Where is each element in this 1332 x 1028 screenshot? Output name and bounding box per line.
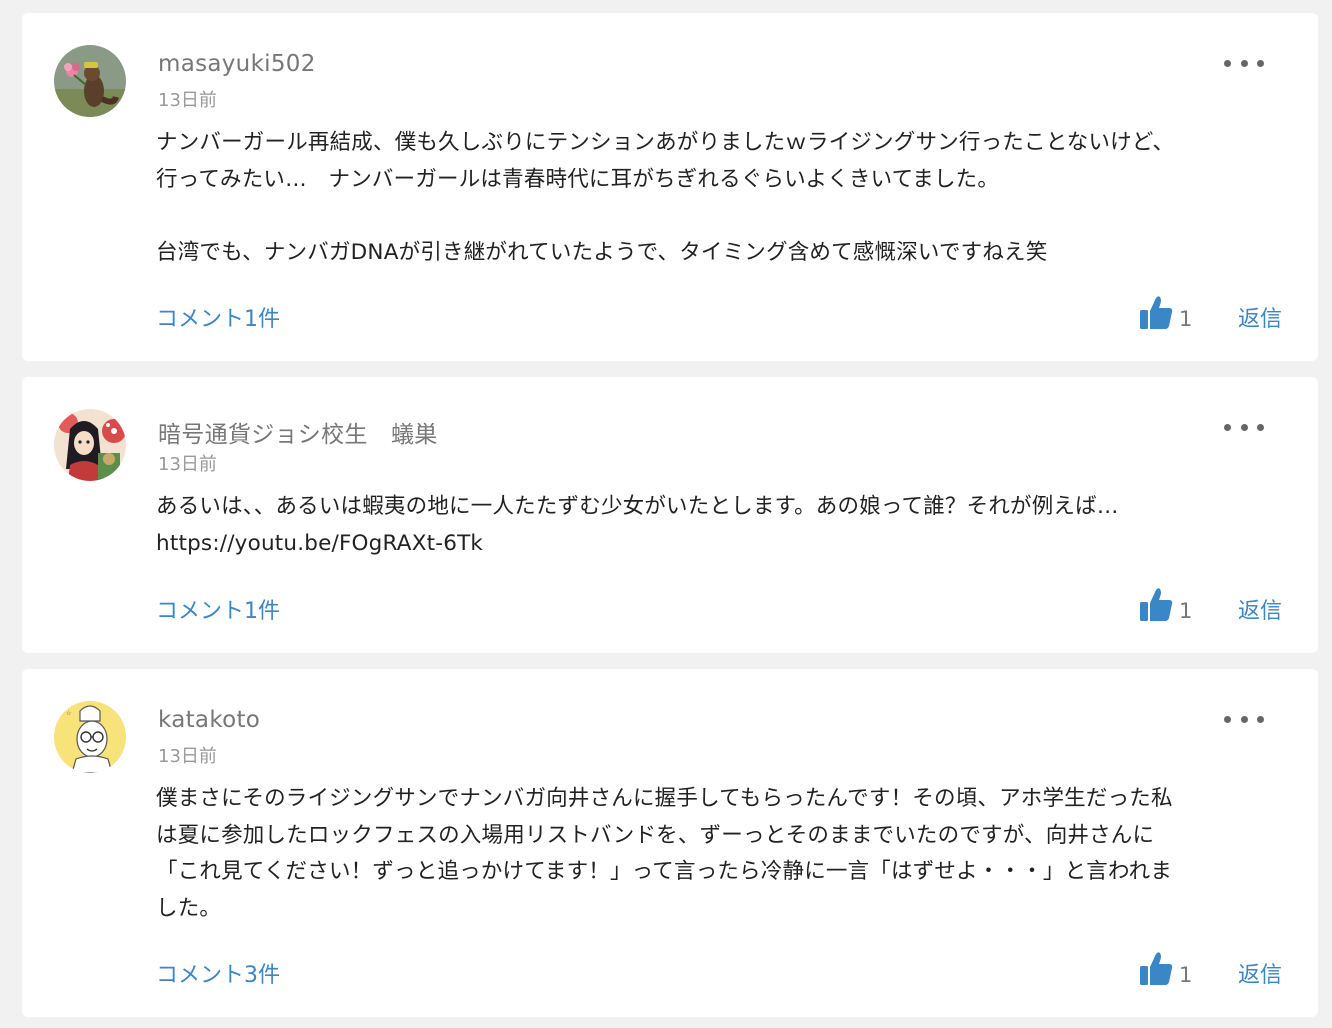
- thumbs-up-icon: [1140, 952, 1173, 985]
- svg-text:☆: ☆: [66, 710, 71, 717]
- dot: [1240, 715, 1248, 723]
- reply-button[interactable]: 返信: [1238, 957, 1282, 989]
- username[interactable]: masayuki502: [158, 51, 316, 77]
- anime-girl-avatar-icon: [54, 409, 126, 481]
- sketch-person-avatar-icon: ☆: [54, 701, 126, 773]
- comment-card: masayuki502 13日前 ナンバーガール再結成、僕も久しぶりにテンション…: [22, 13, 1318, 361]
- view-replies-link[interactable]: コメント3件: [156, 957, 280, 989]
- more-options-icon[interactable]: [1224, 709, 1264, 729]
- comment-text: 僕まさにそのライジングサンでナンバガ向井さんに握手してもらったんです！その頃、ア…: [156, 781, 1286, 927]
- comment-line: 僕まさにそのライジングサンでナンバガ向井さんに握手してもらったんです！その頃、ア…: [156, 786, 1173, 811]
- dot: [1224, 715, 1231, 723]
- more-options-icon[interactable]: [1224, 417, 1264, 437]
- like-button[interactable]: 1: [1139, 951, 1192, 987]
- dot: [1240, 59, 1248, 67]
- comment-line: 行ってみたい… ナンバーガールは青春時代に耳がちぎれるぐらいよくきいてました。: [156, 166, 1000, 192]
- beaver-avatar-icon: [54, 45, 126, 117]
- comment-text: ナンバーガール再結成、僕も久しぶりにテンションあがりましたｗライジングサン行った…: [156, 125, 1286, 271]
- comment-text: あるいは、、あるいは蝦夷の地に一人たたずむ少女がいたとします。あの娘って誰？それ…: [156, 489, 1286, 562]
- reply-button[interactable]: 返信: [1238, 593, 1282, 625]
- comment-line: は夏に参加したロックフェスの入場用リストバンドを、ずーっとそのままでいたのですが…: [156, 822, 1155, 848]
- like-button[interactable]: 1: [1139, 295, 1192, 331]
- timestamp: 13日前: [158, 454, 217, 475]
- username[interactable]: 暗号通貨ジョシ校生 蟻巣: [158, 415, 438, 449]
- dot: [1257, 715, 1264, 723]
- view-replies-link[interactable]: コメント1件: [156, 593, 280, 625]
- dot: [1224, 59, 1231, 67]
- more-options-icon[interactable]: [1224, 53, 1264, 73]
- avatar[interactable]: [54, 45, 126, 117]
- comment-line: した。: [156, 895, 222, 921]
- like-count: 1: [1179, 963, 1193, 987]
- view-replies-link[interactable]: コメント1件: [156, 301, 280, 333]
- comment-line: 台湾でも、ナンバガDNAが引き継がれていたようで、タイミング含めて感慨深いですね…: [156, 239, 1048, 265]
- like-count: 1: [1179, 307, 1193, 331]
- dot: [1257, 423, 1264, 431]
- thumbs-up-icon: [1140, 588, 1173, 621]
- like-button[interactable]: 1: [1139, 587, 1192, 623]
- timestamp: 13日前: [158, 90, 217, 111]
- dot: [1257, 59, 1264, 67]
- comment-line: 「これ見てください！ずっと追っかけてます！」って言ったら冷静に一言「はずせよ・・…: [156, 859, 1173, 884]
- comment-line: [156, 198, 1286, 235]
- dot: [1224, 423, 1231, 431]
- comment-card: ☆ katakoto 13日前 僕まさにそのライジングサンでナンバガ向井さんに握…: [22, 669, 1318, 1017]
- comment-card: 暗号通貨ジョシ校生 蟻巣 13日前 あるいは、、あるいは蝦夷の地に一人たたずむ少…: [22, 377, 1318, 653]
- username[interactable]: katakoto: [158, 707, 260, 733]
- dot: [1240, 423, 1248, 431]
- comment-line: あるいは、、あるいは蝦夷の地に一人たたずむ少女がいたとします。あの娘って誰？それ…: [156, 494, 1119, 519]
- timestamp: 13日前: [158, 746, 217, 767]
- thumbs-up-icon: [1140, 296, 1173, 329]
- comment-line: ナンバーガール再結成、僕も久しぶりにテンションあがりましたｗライジングサン行った…: [156, 130, 1175, 155]
- like-count: 1: [1179, 599, 1193, 623]
- reply-button[interactable]: 返信: [1238, 301, 1282, 333]
- avatar[interactable]: ☆: [54, 701, 126, 773]
- avatar[interactable]: [54, 409, 126, 481]
- comment-line: https://youtu.be/FOgRAXt-6Tk: [156, 530, 484, 556]
